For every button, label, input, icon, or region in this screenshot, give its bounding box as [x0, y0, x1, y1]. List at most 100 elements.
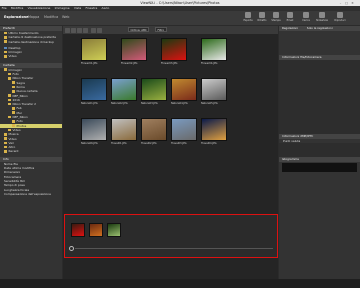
preview-view-icon[interactable]	[77, 27, 82, 33]
thumbnail-image	[81, 118, 107, 141]
filmstrip-scrollbar[interactable]	[75, 248, 273, 249]
sort-dropdown[interactable]: Ordina: ABC	[128, 27, 150, 33]
toolbar: Esplorazione Mappa Modifica Web Esporta …	[0, 11, 360, 25]
folder-icon	[4, 36, 7, 39]
rotate-left-icon[interactable]	[91, 27, 96, 33]
folder-icon	[4, 55, 7, 58]
thumbnail[interactable]: Flower02.JPG	[121, 38, 147, 65]
thumbnail-caption: Travel04.JPG	[201, 141, 217, 145]
folder-icon	[8, 98, 11, 102]
folder-icon	[4, 145, 7, 149]
folder-icon	[12, 81, 15, 84]
thumbnail-caption: Travel01.JPG	[111, 141, 127, 145]
thumbnail[interactable]: Nature02.JPG	[111, 78, 137, 105]
upload-icon	[303, 12, 309, 18]
thumbnail-image	[141, 118, 167, 141]
filter-dropdown[interactable]: Filtro	[155, 27, 167, 33]
email-button[interactable]: Email	[284, 12, 296, 24]
export-icon	[245, 12, 251, 18]
minimize-button[interactable]: –	[338, 1, 343, 5]
thumbnail-caption: Nature05.JPG	[201, 101, 218, 105]
compare-view-icon[interactable]	[83, 27, 88, 33]
desktop-icon	[4, 46, 7, 50]
info-list: Nome file Data ultima modifica Dimensioni F…	[0, 162, 62, 196]
thumbnail[interactable]: Nature01.JPG	[81, 78, 107, 105]
thumbnail-image	[201, 78, 227, 101]
thumbnail-image	[111, 118, 137, 141]
folder-tree: Immagini Foto Nikon Transfer Sagra Roma Nuova…	[0, 68, 62, 154]
folder-icon	[12, 111, 15, 115]
folder-icon	[8, 128, 11, 132]
thumbnail-caption: Flower01.JPG	[81, 61, 98, 65]
folder-icon	[4, 68, 7, 72]
slideshow-icon	[319, 12, 325, 18]
thumbnail-image	[201, 118, 227, 141]
thumbnail-caption: Travel02.JPG	[141, 141, 157, 145]
folder-icon	[4, 132, 7, 136]
thumbnail-caption: Nature01.JPG	[81, 101, 98, 105]
print-button[interactable]: Stampa	[270, 12, 282, 24]
thumbnail-caption: Nature06.JPG	[81, 141, 98, 145]
thumbnail-image	[121, 38, 147, 61]
folder-icon	[4, 31, 7, 35]
print-icon	[273, 12, 279, 18]
thumbnail-image	[111, 78, 137, 101]
thumbnail[interactable]: Nature05.JPG	[201, 78, 227, 105]
grid-view-icon[interactable]	[65, 27, 70, 33]
right-panel: Regolazioni Solo le regolazioni Informaz…	[279, 26, 360, 279]
thumbnail-caption: Flower04.JPG	[201, 61, 218, 65]
thumbnail-image	[161, 38, 187, 61]
thumbnail[interactable]: Travel04.JPG	[201, 118, 227, 145]
folder-icon	[12, 85, 15, 89]
thumbnail[interactable]: Nature06.JPG	[81, 118, 107, 145]
thumbnail-caption: Nature02.JPG	[111, 101, 128, 105]
tab-mappa[interactable]: Mappa	[28, 15, 39, 19]
mail-icon	[287, 12, 293, 18]
folder-icon	[8, 77, 11, 80]
thumbnail[interactable]: Flower04.JPG	[201, 38, 227, 65]
filmstrip-thumbnail[interactable]	[71, 223, 85, 237]
export-button[interactable]: Esporta	[242, 12, 254, 24]
window-title: ViewNX-i - C:\Users\Nikon\User\Pictures\…	[140, 1, 220, 5]
folder-icon	[8, 72, 11, 76]
tab-web[interactable]: Web	[62, 15, 69, 19]
filmstrip-panel	[64, 214, 278, 258]
info-row: Compensazione dell'esposizione	[4, 191, 51, 196]
thumbnail[interactable]: Nature04.JPG	[171, 78, 197, 105]
close-button[interactable]: ✕	[350, 1, 355, 5]
tab-modifica[interactable]: Modifica	[44, 15, 58, 19]
folder-icon	[4, 40, 7, 43]
adjustments-mode-dropdown[interactable]: Solo le regolazioni	[307, 26, 333, 30]
histogram	[282, 163, 357, 173]
thumbnail[interactable]: Flower01.JPG	[81, 38, 107, 65]
filmstrip-thumbnail[interactable]	[89, 223, 103, 237]
favorite-item[interactable]: Cartella destinazione di backup	[0, 40, 62, 44]
portrait-button[interactable]: Ritratto	[256, 12, 268, 24]
folder-icon	[12, 89, 15, 93]
rotate-right-icon[interactable]	[97, 27, 102, 33]
maximize-button[interactable]: □	[344, 1, 349, 5]
thumbnail-caption: Flower02.JPG	[121, 61, 138, 65]
slideshow-button[interactable]: Slideshow	[316, 12, 328, 24]
thumbnail[interactable]: Travel02.JPG	[141, 118, 167, 145]
thumbnail[interactable]: Travel03.JPG	[171, 118, 197, 145]
thumbnail-caption: Flower03.JPG	[161, 61, 178, 65]
filmstrip-thumbnail[interactable]	[107, 223, 121, 237]
filmstrip-options-icon[interactable]	[69, 246, 74, 251]
thumbnail-image	[81, 38, 107, 61]
folder-icon	[4, 141, 7, 145]
folder-icon	[12, 124, 15, 127]
thumbnail-image	[81, 78, 107, 101]
thumbnail[interactable]: Nature03.JPG	[141, 78, 167, 105]
histogram-section[interactable]: Istogramma	[279, 157, 360, 163]
tab-esplorazione[interactable]: Esplorazione	[4, 15, 28, 19]
play-button[interactable]: Riproduci	[334, 12, 346, 24]
upload-button[interactable]: Carica	[300, 12, 312, 24]
play-icon	[337, 12, 343, 18]
view-toolbar: Ordina: ABC Filtro	[63, 26, 278, 34]
list-view-icon[interactable]	[71, 27, 76, 33]
thumbnail[interactable]: Travel01.JPG	[111, 118, 137, 145]
thumbnail[interactable]: Flower03.JPG	[161, 38, 187, 65]
thumbnail-image	[201, 38, 227, 61]
thumbnail-image	[141, 78, 167, 101]
